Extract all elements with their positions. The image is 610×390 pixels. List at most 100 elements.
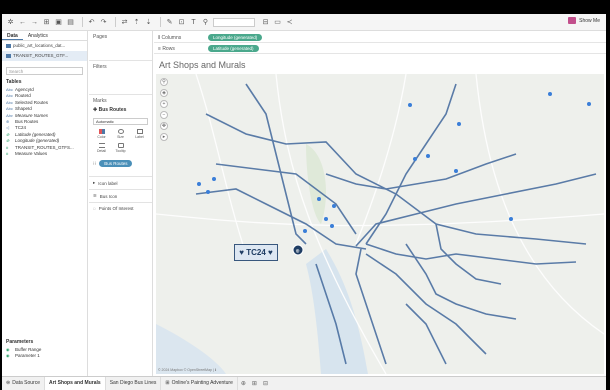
sort-desc-icon[interactable]: ⇣ (144, 18, 153, 27)
columns-label-text: Columns (161, 34, 182, 41)
art-point (303, 229, 307, 233)
back-icon[interactable]: ← (18, 18, 27, 27)
marks-layer-bus-routes[interactable]: ✚ Bus Routes (89, 107, 152, 116)
sheet-tab[interactable]: San Diego Bus Lines (106, 377, 162, 390)
parameter-label: Parameter 1 (15, 353, 40, 359)
share-icon[interactable]: ≺ (285, 18, 294, 27)
dashboard-icon: ⊞ (165, 380, 170, 386)
marks-layer-label: Bus Routes (98, 107, 127, 113)
fit-dropdown[interactable] (213, 17, 255, 27)
expand-icon[interactable]: ▸ (160, 133, 168, 141)
database-icon: ⊜ (6, 380, 11, 386)
pan-icon[interactable]: ✥ (160, 122, 168, 130)
marks-card: Marks ✚ Bus Routes Automatic Color Size … (89, 95, 152, 214)
toolbar-divider (82, 17, 83, 27)
size-button[interactable]: Size (112, 129, 129, 141)
mark-type-dropdown[interactable]: Automatic (93, 118, 148, 125)
rows-label: ≡ Rows (158, 45, 175, 52)
datasource-label: TRANSIT_ROUTES_GTF... (13, 53, 69, 58)
zoom-in-icon[interactable]: + (160, 100, 168, 108)
tab-analytics[interactable]: Analytics (23, 31, 53, 40)
art-point (413, 157, 417, 161)
fix-axes-icon[interactable]: ⊟ (261, 18, 270, 27)
sheet-tab[interactable]: Art Shops and Murals (45, 377, 106, 390)
tc24-label-box[interactable]: ♥ TC24 ♥ (234, 244, 278, 261)
tooltip-icon (117, 143, 124, 148)
sheet-tab-label: San Diego Bus Lines (109, 380, 157, 386)
rows-label-text: Rows (162, 45, 175, 52)
forward-icon[interactable]: → (30, 18, 39, 27)
columns-shelf[interactable]: ⫴ Columns Longitude (generated) (154, 33, 606, 43)
detail-button[interactable]: Detail (93, 143, 110, 155)
tooltip-label: Tooltip (115, 149, 126, 153)
art-point (197, 182, 201, 186)
data-pane-tabs: Data Analytics (2, 31, 87, 41)
sort-asc-icon[interactable]: ⇡ (132, 18, 141, 27)
new-worksheet-icon[interactable]: ⊕ (238, 380, 249, 387)
group-icon[interactable]: ⊡ (177, 18, 186, 27)
save-icon[interactable]: ▣ (54, 18, 63, 27)
field-item[interactable]: # Measure Values (2, 151, 87, 157)
tooltip-button[interactable]: Tooltip (112, 143, 129, 155)
swap-icon[interactable]: ⇄ (120, 18, 129, 27)
new-datasource-icon[interactable]: ⊞ (42, 18, 51, 27)
art-point (330, 224, 334, 228)
layer-label: Icon label (98, 180, 118, 186)
datasource-item[interactable]: public_art_locations_dat... (2, 41, 87, 51)
map-attribution[interactable]: © 2024 Mapbox © OpenStreetMap | ℹ (158, 368, 216, 372)
pages-card[interactable]: Pages (89, 31, 152, 61)
rows-shelf[interactable]: ≡ Rows Latitude (generated) (154, 44, 606, 54)
marks-layer-icon-label[interactable]: ▸ Icon label (89, 176, 152, 189)
layer-expand-icon: ▸ (93, 180, 96, 185)
zoom-out-icon[interactable]: − (160, 111, 168, 119)
datasource-item[interactable]: TRANSIT_ROUTES_GTF... (2, 51, 87, 61)
highlight-icon[interactable]: ✎ (165, 18, 174, 27)
redo-icon[interactable]: ↷ (99, 18, 108, 27)
data-source-tab[interactable]: ⊜ Data Source (2, 377, 45, 390)
tab-data[interactable]: Data (2, 31, 23, 40)
color-button[interactable]: Color (93, 129, 110, 141)
worksheet-view: Art Shops and Murals ⊕ ⚲ ◈ + − ✥ ▸ ♥ TC2… (154, 56, 606, 380)
marks-layer-bus-icon[interactable]: ≋ Bus Icon (89, 189, 152, 202)
database-icon (6, 44, 11, 48)
filters-card[interactable]: Filters (89, 61, 152, 95)
marks-layer-points-of-interest[interactable]: ◌ Points Of Interest (89, 202, 152, 214)
show-me-label: Show Me (579, 17, 600, 24)
layer-icon: ≋ (93, 193, 97, 198)
show-me-button[interactable]: Show Me (568, 17, 600, 24)
pin-icon[interactable]: ⚲ (201, 18, 210, 27)
detail-pill[interactable]: Bus Routes (99, 160, 133, 167)
art-point (332, 204, 336, 208)
data-source-label: Data Source (12, 380, 40, 386)
tableau-logo-icon[interactable]: ✲ (6, 18, 15, 27)
art-point (324, 217, 328, 221)
art-point (426, 154, 430, 158)
art-point (454, 169, 458, 173)
map-canvas[interactable]: ⊕ ⚲ ◈ + − ✥ ▸ ♥ TC24 ♥ © 2024 Mapbox © O… (156, 74, 604, 374)
new-sheet-icon[interactable]: ▤ (66, 18, 75, 27)
label-label: Label (135, 135, 144, 139)
art-point (548, 92, 552, 96)
new-story-icon[interactable]: ⊟ (260, 380, 271, 387)
layer-label: Points Of Interest (98, 206, 134, 211)
labels-icon[interactable]: T (189, 18, 198, 27)
new-dashboard-icon[interactable]: ⊞ (249, 380, 260, 387)
rows-pill[interactable]: Latitude (generated) (208, 45, 259, 52)
sheet-tab-label: Art Shops and Murals (49, 380, 101, 386)
columns-pill[interactable]: Longitude (generated) (208, 34, 263, 41)
marks-label: Marks (93, 98, 107, 104)
cards-pane: Pages Filters Marks ✚ Bus Routes Automat… (89, 31, 153, 380)
tc24-label-text: TC24 (246, 248, 266, 257)
parameter-item[interactable]: ◉ Parameter 1 (2, 353, 88, 359)
label-button[interactable]: Label (131, 129, 148, 141)
undo-icon[interactable]: ↶ (87, 18, 96, 27)
search-icon[interactable]: ⚲ (160, 78, 168, 86)
tableau-window: ✲ ← → ⊞ ▣ ▤ ↶ ↷ ⇄ ⇡ ⇣ ✎ ⊡ T ⚲ ⊟ ▭ ≺ Show… (2, 14, 606, 390)
map-layers-icon[interactable]: ◈ (160, 89, 168, 97)
datasource-label: public_art_locations_dat... (13, 43, 66, 48)
sheet-tab[interactable]: ⊞ Online's Painting Adventure (161, 377, 238, 390)
presentation-icon[interactable]: ▭ (273, 18, 282, 27)
search-input[interactable]: Search (6, 67, 83, 75)
layer-label: Bus Icon (99, 193, 118, 199)
label-icon (136, 129, 143, 134)
